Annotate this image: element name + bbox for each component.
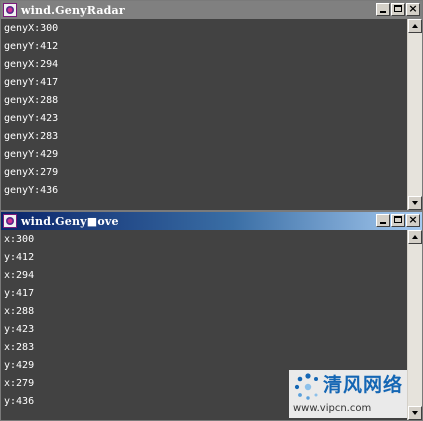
caption-buttons: × — [376, 2, 420, 16]
output-line: genyX:300 — [4, 23, 59, 34]
scroll-down-button[interactable] — [408, 406, 422, 420]
arrow-down-icon — [412, 201, 418, 205]
scroll-up-button[interactable] — [408, 19, 422, 33]
output-line: genyY:423 — [4, 113, 59, 124]
arrow-down-icon — [412, 411, 418, 415]
flash-app-icon — [3, 3, 17, 17]
output-line: genyY:429 — [4, 149, 59, 160]
output-text-area[interactable]: genyX:300 genyY:412 genyX:294 genyY:417 … — [1, 19, 407, 210]
maximize-icon — [394, 5, 402, 12]
vertical-scrollbar[interactable] — [407, 19, 422, 210]
output-line: genyY:412 — [4, 41, 59, 52]
close-button[interactable]: × — [406, 213, 420, 227]
window-title: wind.Geny■ove — [21, 214, 119, 228]
output-line: genyX:288 — [4, 95, 59, 106]
close-icon: × — [408, 2, 418, 15]
output-line: x:288 — [4, 306, 35, 317]
scroll-down-button[interactable] — [408, 196, 422, 210]
titlebar[interactable]: wind.Geny■ove × — [1, 212, 422, 230]
vertical-scrollbar[interactable] — [407, 230, 422, 420]
maximize-icon — [394, 216, 402, 223]
output-line: y:423 — [4, 324, 35, 335]
minimize-icon — [380, 222, 386, 224]
minimize-icon — [380, 11, 386, 13]
output-window-geny-radar[interactable]: wind.GenyRadar × genyX:300 genyY:412 gen… — [0, 0, 423, 211]
output-line: x:294 — [4, 270, 35, 281]
close-button[interactable]: × — [406, 2, 420, 16]
minimize-button[interactable] — [376, 3, 390, 16]
window-title: wind.GenyRadar — [21, 3, 125, 17]
output-line: genyY:436 — [4, 185, 59, 196]
scroll-up-button[interactable] — [408, 230, 422, 244]
desktop: wind.GenyRadar × genyX:300 genyY:412 gen… — [0, 0, 423, 421]
site-watermark: 清风网络 www.vipcn.com — [289, 370, 407, 418]
output-line: x:283 — [4, 342, 35, 353]
arrow-up-icon — [412, 24, 418, 28]
output-line: y:412 — [4, 252, 35, 263]
output-line: x:300 — [4, 234, 35, 245]
dots-logo-icon — [294, 373, 318, 400]
minimize-button[interactable] — [376, 214, 390, 227]
watermark-title: 清风网络 — [323, 374, 404, 396]
output-line: y:417 — [4, 288, 35, 299]
close-icon: × — [408, 213, 418, 226]
output-line: genyX:279 — [4, 167, 59, 178]
arrow-up-icon — [412, 235, 418, 239]
titlebar[interactable]: wind.GenyRadar × — [1, 1, 422, 19]
output-line: genyY:417 — [4, 77, 59, 88]
maximize-button[interactable] — [391, 3, 405, 16]
flash-app-icon — [3, 214, 17, 228]
caption-buttons: × — [376, 213, 420, 227]
watermark-url: www.vipcn.com — [293, 403, 372, 414]
output-line: genyX:283 — [4, 131, 59, 142]
maximize-button[interactable] — [391, 214, 405, 227]
output-line: genyX:294 — [4, 59, 59, 70]
